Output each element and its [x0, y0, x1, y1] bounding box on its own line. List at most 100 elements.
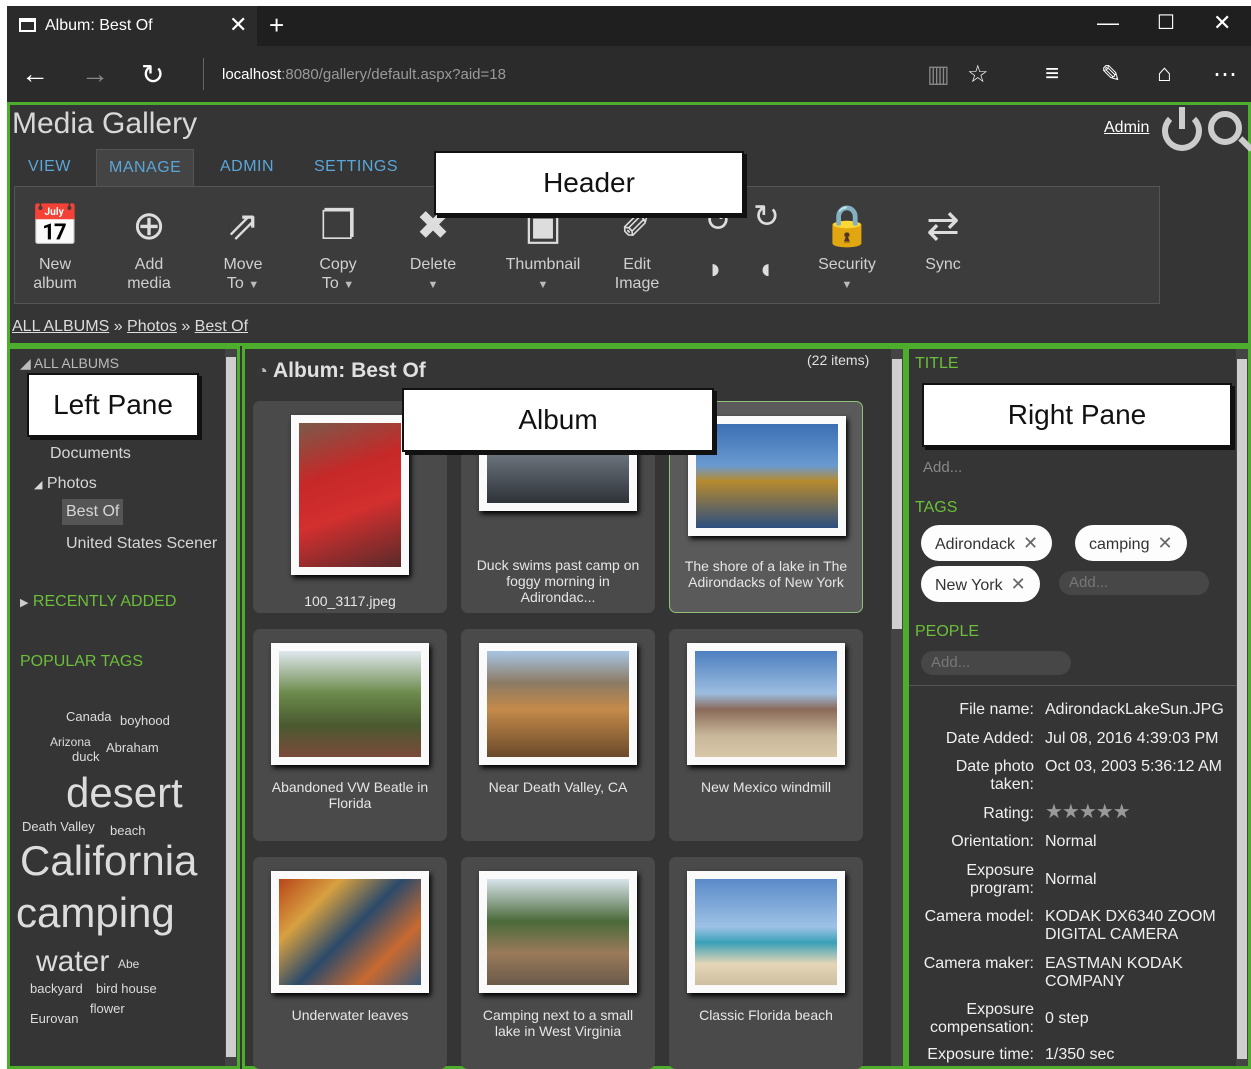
thumbnail-card[interactable]: Underwater leaves: [253, 857, 447, 1069]
flip-vertical-icon[interactable]: ◖: [757, 253, 774, 285]
tab-manage[interactable]: MANAGE: [96, 149, 195, 187]
sync-icon: ⇄: [926, 204, 960, 248]
tree-united-states-scenery[interactable]: United States Scener: [66, 535, 226, 553]
tab-close-icon[interactable]: ✕: [229, 12, 247, 38]
hub-icon[interactable]: ≡: [1045, 60, 1059, 88]
admin-link[interactable]: Admin: [1104, 119, 1149, 137]
prop-label: Date Added:: [945, 730, 1034, 747]
right-scrollbar[interactable]: [1236, 349, 1248, 1066]
tree-documents[interactable]: Documents: [50, 445, 131, 463]
add-media-button[interactable]: ⊕ Add media: [109, 197, 189, 293]
prop-label: Exposure program:: [966, 862, 1034, 897]
breadcrumb-separator: »: [113, 318, 123, 335]
new-album-label: New: [38, 256, 71, 273]
back-icon[interactable]: ←: [21, 58, 49, 90]
refresh-icon[interactable]: ↻: [141, 58, 164, 91]
tree-best-of[interactable]: Best Of: [62, 499, 124, 525]
prop-label: Orientation:: [951, 833, 1034, 850]
tag-abe[interactable]: Abe: [118, 957, 139, 971]
reading-view-icon[interactable]: ▥: [927, 60, 950, 89]
logout-power-icon[interactable]: [1162, 107, 1202, 151]
tag-arizona[interactable]: Arizona: [50, 735, 91, 749]
tag-flower[interactable]: flower: [90, 1001, 125, 1016]
tab-view[interactable]: VIEW: [16, 149, 83, 187]
prop-label: File name:: [959, 701, 1034, 718]
tag-backyard[interactable]: backyard: [30, 981, 83, 996]
move-to-button[interactable]: ⇗ Move To ▼: [203, 197, 283, 295]
tag-eurovan[interactable]: Eurovan: [30, 1011, 78, 1026]
recently-added-toggle[interactable]: ▶ RECENTLY ADDED: [20, 593, 176, 611]
tag-water[interactable]: water: [36, 945, 109, 979]
thumbnail-caption: Classic Florida beach: [699, 1007, 833, 1023]
prop-value: KODAK DX6340 ZOOM DIGITAL CAMERA: [1045, 908, 1216, 943]
share-icon[interactable]: ⌂: [1157, 60, 1172, 88]
favorite-star-icon[interactable]: ☆: [967, 60, 989, 89]
thumbnail-frame: [479, 871, 637, 993]
remove-tag-icon[interactable]: ✕: [1157, 533, 1172, 553]
forward-icon[interactable]: →: [81, 58, 109, 90]
tag-pill-label: New York: [935, 577, 1003, 594]
tag-pill-label: Adirondack: [935, 536, 1016, 553]
right-scroll-thumb[interactable]: [1237, 359, 1247, 1059]
flip-horizontal-icon[interactable]: ◗: [707, 253, 724, 285]
sync-button[interactable]: ⇄ Sync: [903, 197, 983, 274]
thumbnail-card[interactable]: Classic Florida beach: [669, 857, 863, 1069]
calendar-add-icon: 📅: [30, 204, 80, 248]
tree-all-albums[interactable]: ◢ ALL ALBUMS: [20, 355, 119, 372]
address-bar: ← → ↻ localhost:8080/gallery/default.asp…: [7, 46, 1251, 102]
thumbnail-frame: [271, 871, 429, 993]
thumbnail-caption: Duck swims past camp on foggy morning in…: [476, 557, 640, 605]
new-album-button[interactable]: 📅 New album: [15, 197, 95, 293]
thumbnail-frame: [479, 643, 637, 765]
new-tab-icon[interactable]: +: [269, 10, 284, 41]
minimize-icon[interactable]: —: [1097, 10, 1119, 36]
tag-abraham[interactable]: Abraham: [106, 740, 159, 755]
more-icon[interactable]: ⋯: [1213, 60, 1237, 89]
security-button[interactable]: 🔒 Security ▼: [807, 197, 887, 295]
thumbnail-card[interactable]: Near Death Valley, CA: [461, 629, 655, 841]
rotate-right-icon[interactable]: ↻: [753, 197, 780, 235]
thumbnail-card[interactable]: Abandoned VW Beatle in Florida: [253, 629, 447, 841]
breadcrumb-all-albums[interactable]: ALL ALBUMS: [12, 318, 109, 335]
breadcrumb-photos[interactable]: Photos: [127, 318, 177, 335]
copy-to-button[interactable]: ❐ Copy To ▼: [298, 197, 378, 295]
tag-add-input[interactable]: Add...: [1059, 571, 1209, 595]
web-note-icon[interactable]: ✎: [1101, 60, 1121, 89]
tag-camping[interactable]: camping: [16, 889, 175, 937]
tab-admin[interactable]: ADMIN: [208, 149, 286, 187]
tag-desert[interactable]: desert: [66, 769, 183, 817]
breadcrumb-best-of[interactable]: Best Of: [195, 318, 248, 335]
tag-california[interactable]: California: [20, 837, 197, 885]
rating-stars[interactable]: ★★★★★: [1045, 802, 1245, 822]
tag-beach[interactable]: beach: [110, 823, 145, 838]
tag-boyhood[interactable]: boyhood: [120, 713, 170, 728]
album-scroll-thumb[interactable]: [892, 359, 902, 629]
remove-tag-icon[interactable]: ✕: [1011, 574, 1026, 594]
tag-bird-house[interactable]: bird house: [96, 981, 157, 996]
url-field[interactable]: localhost:8080/gallery/default.aspx?aid=…: [222, 66, 506, 83]
prop-value: Jul 08, 2016 4:39:03 PM: [1045, 730, 1219, 747]
search-icon[interactable]: [1208, 111, 1242, 145]
tag-death-valley[interactable]: Death Valley: [22, 819, 95, 834]
browser-tab[interactable]: Album: Best Of ✕: [7, 6, 257, 46]
album-scrollbar[interactable]: [891, 349, 903, 1066]
tab-page-icon: [19, 18, 36, 32]
remove-tag-icon[interactable]: ✕: [1023, 533, 1038, 553]
tag-duck[interactable]: duck: [72, 749, 99, 764]
caption-add-field[interactable]: Add...: [923, 459, 962, 476]
rss-icon[interactable]: ◔: [257, 361, 268, 381]
thumbnail-card[interactable]: Camping next to a small lake in West Vir…: [461, 857, 655, 1069]
tag-canada[interactable]: Canada: [66, 709, 112, 724]
security-label: Security: [818, 256, 876, 273]
tree-photos[interactable]: ◢ Photos: [34, 475, 97, 493]
people-add-input[interactable]: Add...: [921, 651, 1071, 675]
tab-settings[interactable]: SETTINGS: [302, 149, 410, 187]
right-pane: TITLE Add... TAGS Adirondack ✕ camping ✕ N…: [906, 346, 1251, 1069]
left-scroll-thumb[interactable]: [226, 357, 236, 1057]
prop-value: Normal: [1045, 833, 1097, 850]
thumbnail-card[interactable]: New Mexico windmill: [669, 629, 863, 841]
maximize-icon[interactable]: ☐: [1157, 10, 1175, 35]
window-close-icon[interactable]: ✕: [1213, 10, 1231, 36]
copy-label-2: To: [321, 275, 339, 292]
left-scrollbar[interactable]: [225, 349, 237, 1066]
